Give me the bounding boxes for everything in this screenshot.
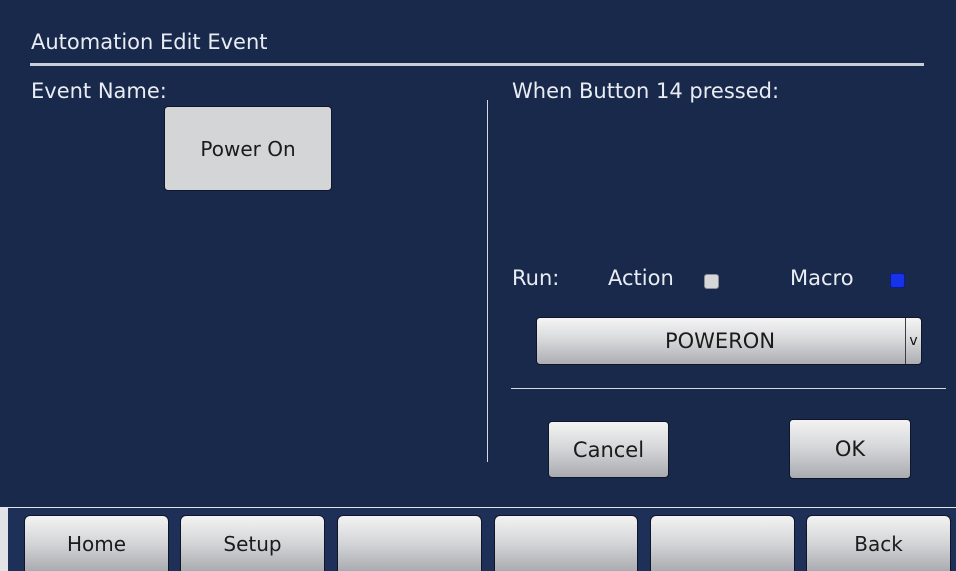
- trigger-label: When Button 14 pressed:: [512, 79, 780, 103]
- macro-label: Macro: [790, 266, 854, 290]
- back-button[interactable]: Back: [806, 515, 951, 571]
- macro-select[interactable]: POWERON v: [536, 317, 922, 365]
- chevron-down-icon[interactable]: v: [905, 318, 921, 364]
- action-checkbox[interactable]: [704, 274, 719, 289]
- setup-button[interactable]: Setup: [180, 515, 325, 571]
- nav-slot-3-button[interactable]: [337, 515, 482, 571]
- actions-divider: [511, 388, 946, 389]
- macro-checkbox[interactable]: [890, 273, 905, 288]
- nav-slot-4-button[interactable]: [494, 515, 638, 571]
- panel-divider: [487, 100, 488, 462]
- title-divider: [30, 63, 924, 66]
- page-title: Automation Edit Event: [31, 30, 268, 54]
- ok-button[interactable]: OK: [789, 419, 911, 479]
- macro-select-value: POWERON: [664, 329, 776, 353]
- event-name-button[interactable]: Power On: [164, 106, 332, 191]
- action-label: Action: [608, 266, 674, 290]
- event-name-label: Event Name:: [31, 79, 167, 103]
- run-label: Run:: [512, 266, 560, 290]
- cancel-button[interactable]: Cancel: [548, 421, 669, 478]
- automation-edit-event-screen: Automation Edit Event Event Name: Power …: [0, 0, 956, 571]
- nav-slot-5-button[interactable]: [650, 515, 795, 571]
- home-button[interactable]: Home: [24, 515, 169, 571]
